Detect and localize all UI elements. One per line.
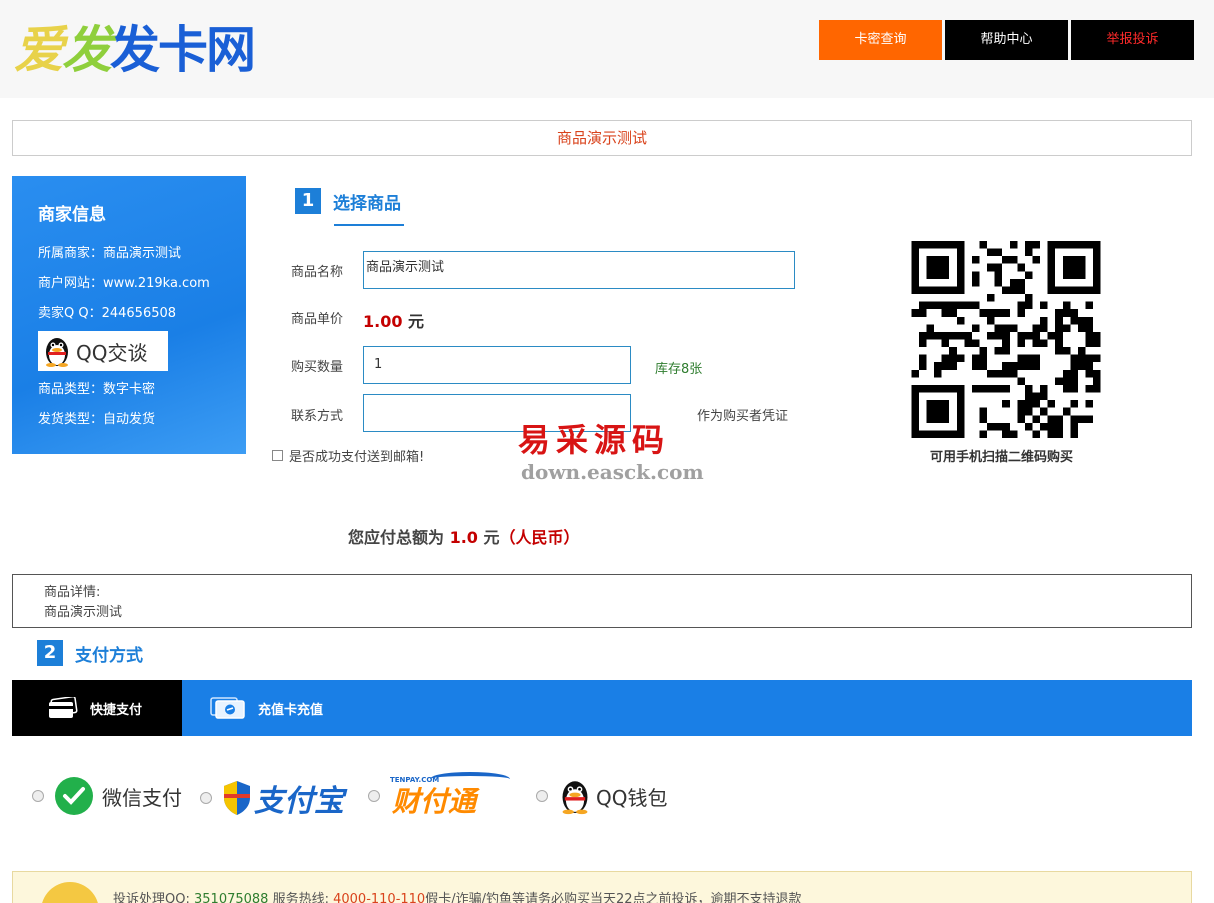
page: 爱发发卡网 卡密查询 帮助中心 举报投诉 商品演示测试 商家信息 所属商家：商品… <box>0 0 1214 903</box>
product-details: 商品详情: 商品演示测试 <box>12 574 1192 628</box>
email-checkbox-label: 是否成功支付送到邮箱! <box>289 450 425 465</box>
step2-heading: 2 支付方式 <box>37 640 143 666</box>
top-nav: 卡密查询 帮助中心 举报投诉 <box>819 20 1194 60</box>
details-label: 商品详情: <box>44 585 101 600</box>
total-value: 1.0 <box>449 528 478 547</box>
nav-report[interactable]: 举报投诉 <box>1071 20 1194 60</box>
tab-quick-pay-label: 快捷支付 <box>90 702 143 718</box>
contact-label: 联系方式 <box>291 409 344 424</box>
recharge-card-icon <box>210 697 245 719</box>
notice-text: 投诉处理QQ: 351075088 服务热线: 4000-110-110假卡/诈… <box>113 888 802 903</box>
site-logo[interactable]: 爱发发卡网 <box>14 10 256 82</box>
watermark-text: 易采源码 <box>518 421 671 459</box>
merchant-site: 商户网站：www.219ka.com <box>38 276 210 291</box>
merchant-owner: 所属商家：商品演示测试 <box>38 246 182 261</box>
tenpay-label: 财付通 <box>392 785 477 818</box>
pay-option-qqwallet[interactable]: QQ钱包 <box>536 776 667 816</box>
warning-icon <box>41 882 99 903</box>
quantity-label: 购买数量 <box>291 360 344 375</box>
pay-option-wechat[interactable]: 微信支付 <box>32 776 182 816</box>
notice-qq: 351075088 <box>194 892 269 903</box>
total-currency: （人民币） <box>499 528 580 547</box>
merchant-heading: 商家信息 <box>38 205 106 225</box>
notice-qq-label: 投诉处理QQ: <box>113 892 190 903</box>
step1-heading: 1 选择商品 <box>295 188 401 214</box>
qq-penguin-icon <box>562 781 588 815</box>
stock-count: 库存8张 <box>655 362 703 377</box>
qqwallet-label: QQ钱包 <box>596 785 668 810</box>
logo-main: 发卡网 <box>110 21 256 79</box>
tenpay-logo: TENPAY.COM 财付通 <box>390 772 520 818</box>
total-amount: 您应付总额为 1.0 元（人民币） <box>348 524 580 548</box>
tab-recharge-card-label: 充值卡充值 <box>258 702 324 718</box>
tenpay-radio[interactable] <box>368 790 380 802</box>
qqwallet-radio[interactable] <box>536 790 548 802</box>
step1-underline <box>334 224 404 226</box>
step2-number: 2 <box>37 640 63 666</box>
step1-label: 选择商品 <box>333 193 401 214</box>
tab-recharge-card[interactable]: 充值卡充值 <box>182 680 323 736</box>
qr-caption: 可用手机扫描二维码购买 <box>930 450 1074 465</box>
quantity-input[interactable]: 1 <box>363 346 631 384</box>
unit-price-unit: 元 <box>402 312 425 331</box>
notice-hotline-label: 服务热线: <box>268 892 329 903</box>
alipay-label: 支付宝 <box>254 784 344 819</box>
qq-chat-button[interactable]: QQ交谈 <box>38 331 168 371</box>
payment-tabs: 快捷支付 充值卡充值 <box>12 680 1192 736</box>
header: 爱发发卡网 卡密查询 帮助中心 举报投诉 <box>0 0 1214 98</box>
step1-number: 1 <box>295 188 321 214</box>
step2-label: 支付方式 <box>75 645 143 666</box>
notice-warning: 假卡/诈骗/钓鱼等请务必购买当天22点之前投诉，逾期不支持退款 <box>425 892 802 903</box>
merchant-delivery: 发货类型：自动发货 <box>38 412 156 427</box>
qq-chat-label: QQ交谈 <box>76 340 148 365</box>
merchant-qq: 卖家Q Q：244656508 <box>38 306 177 321</box>
unit-price: 1.00 元 <box>363 308 424 332</box>
pay-option-alipay[interactable]: 支付宝 <box>200 776 344 820</box>
wechat-pay-icon <box>55 777 93 815</box>
logo-char-2: 发 <box>62 21 112 79</box>
page-title: 商品演示测试 <box>12 120 1192 156</box>
qr-code <box>911 241 1101 438</box>
merchant-info: 商家信息 所属商家：商品演示测试 商户网站：www.219ka.com 卖家Q … <box>12 176 246 454</box>
unit-price-value: 1.00 <box>363 312 403 331</box>
watermark-url: down.easck.com <box>521 460 704 484</box>
contact-note: 作为购买者凭证 <box>697 409 789 424</box>
product-name-field[interactable]: 商品演示测试 <box>363 251 795 289</box>
email-option[interactable]: 是否成功支付送到邮箱! <box>272 446 424 465</box>
wechat-pay-label: 微信支付 <box>102 785 182 810</box>
logo-char-1: 爱 <box>14 21 64 79</box>
complaint-notice: 投诉处理QQ: 351075088 服务热线: 4000-110-110假卡/诈… <box>12 871 1192 903</box>
notice-hotline: 4000-110-110 <box>333 892 426 903</box>
nav-card-query[interactable]: 卡密查询 <box>819 20 942 60</box>
total-prefix: 您应付总额为 <box>348 528 450 547</box>
merchant-product-type: 商品类型：数字卡密 <box>38 382 156 397</box>
tab-quick-pay[interactable]: 快捷支付 <box>12 680 182 736</box>
card-icon <box>49 697 78 718</box>
alipay-radio[interactable] <box>200 792 212 804</box>
email-checkbox[interactable] <box>272 450 283 461</box>
wechat-radio[interactable] <box>32 790 44 802</box>
pay-option-tenpay[interactable]: TENPAY.COM 财付通 <box>368 772 520 818</box>
unit-price-label: 商品单价 <box>291 312 344 327</box>
qq-penguin-icon <box>46 338 68 367</box>
total-unit: 元 <box>477 528 500 547</box>
alipay-shield-icon <box>224 781 250 815</box>
product-name-label: 商品名称 <box>291 265 344 280</box>
nav-help-center[interactable]: 帮助中心 <box>945 20 1068 60</box>
details-text: 商品演示测试 <box>44 605 123 620</box>
